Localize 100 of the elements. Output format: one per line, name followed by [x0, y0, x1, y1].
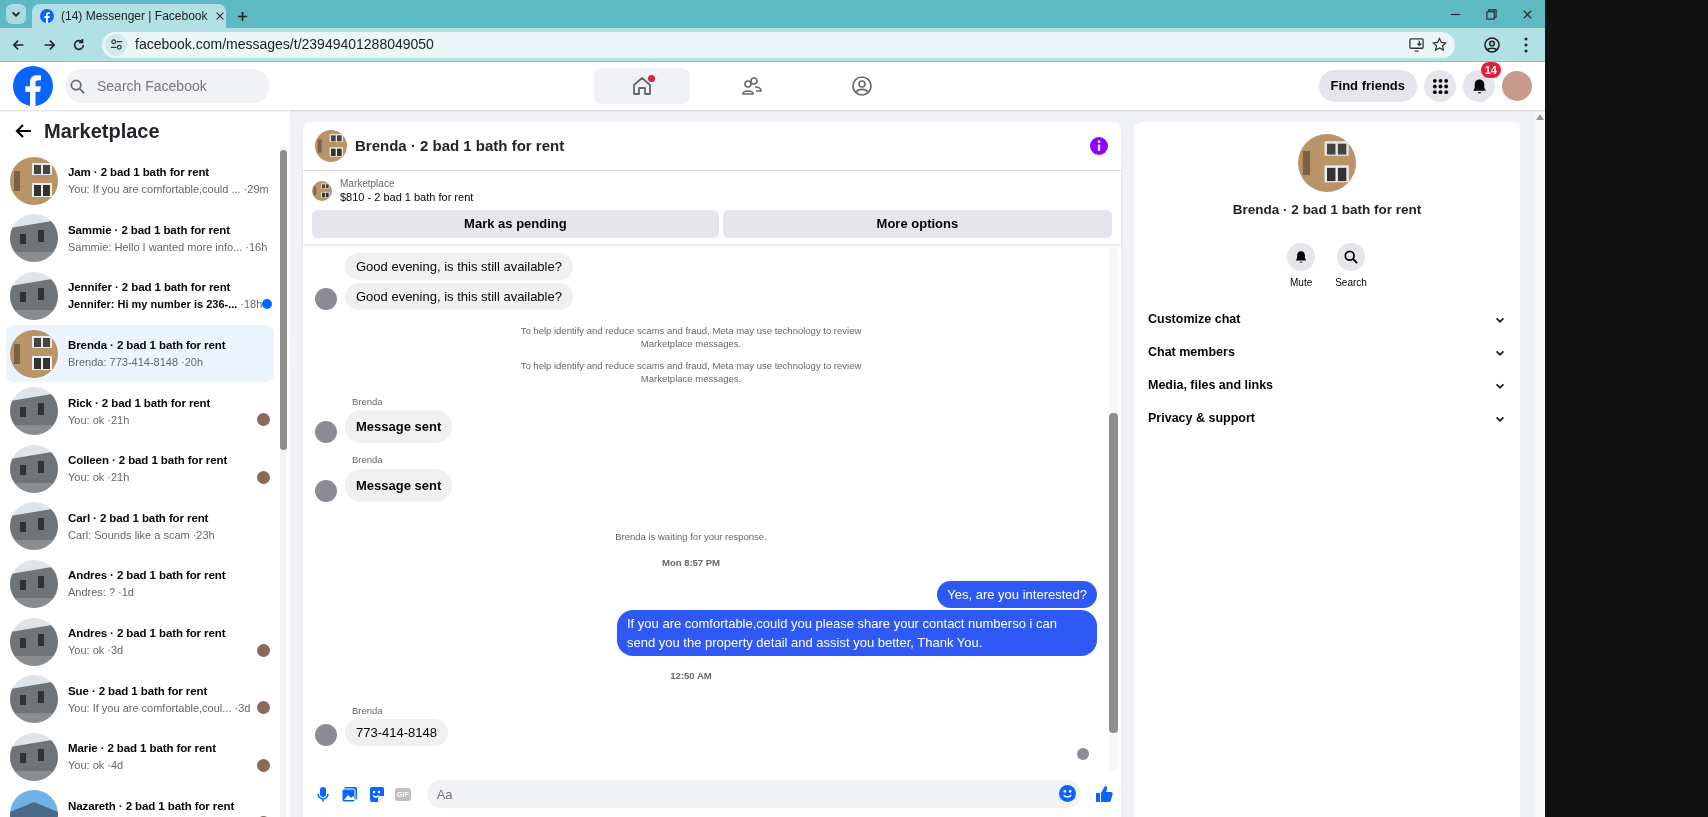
conversation-item[interactable]: Brenda · 2 bad 1 bath for rent Brenda: 773-414-8148 ·20h	[6, 324, 274, 383]
message-bubble: If you are comfortable,could you please share your contact numberso i can send you the property detail and assist you better, Thank You.	[617, 609, 1097, 656]
message-time: ·1d	[118, 585, 134, 601]
message-preview: You: If you are comfortable,could ...	[68, 182, 241, 198]
message-bubble: Yes, are you interested?	[937, 580, 1097, 608]
house-thumbnail	[10, 387, 58, 436]
install-app-icon[interactable]	[1409, 37, 1424, 52]
section-title: Privacy & support	[1148, 410, 1255, 428]
microphone-icon[interactable]	[315, 786, 331, 802]
house-thumbnail	[10, 444, 58, 493]
message-preview: You: ok	[68, 643, 105, 659]
message-preview: Brenda: 773-414-8148	[68, 355, 179, 371]
section-header[interactable]: Chat members	[1146, 336, 1508, 370]
action-button[interactable]	[1287, 243, 1316, 272]
section-header[interactable]: Privacy & support	[1146, 402, 1508, 436]
action-button[interactable]: More options	[722, 210, 1112, 238]
conversation-name: Sue · 2 bad 1 bath for rent	[68, 683, 209, 699]
scrollbar[interactable]	[1535, 110, 1545, 817]
back-button[interactable]	[14, 122, 32, 140]
conversation-item[interactable]: Nazareth · 2 bad 1 bath for rent	[6, 785, 274, 817]
section-header[interactable]: Customize chat	[1146, 303, 1508, 337]
restore-icon	[1485, 8, 1497, 20]
conversation-item[interactable]: Sue · 2 bad 1 bath for rent You: If you are comfortable,coul... ·3d	[6, 670, 274, 728]
conversation-item[interactable]: Rick · 2 bad 1 bath for rent You: ok ·21h	[6, 382, 274, 440]
emoji-icon[interactable]	[1059, 785, 1076, 802]
house-thumbnail	[1298, 134, 1356, 192]
section-title: Chat members	[1148, 344, 1235, 362]
house-thumbnail	[10, 156, 58, 205]
avatar[interactable]	[1502, 71, 1532, 101]
tab-list-button[interactable]	[6, 4, 26, 24]
message-bubble: 773-414-8148	[345, 719, 448, 747]
house-thumbnail	[10, 732, 58, 781]
conversation-item[interactable]: Jennifer · 2 bad 1 bath for rent Jennifer: Hi my number is 236-... ·18h	[6, 267, 274, 325]
conversation-item[interactable]: Colleen · 2 bad 1 bath for rent You: ok ·21h	[6, 439, 274, 498]
section-header[interactable]: Media, files and links	[1146, 369, 1508, 403]
sticker-icon[interactable]	[368, 785, 385, 803]
thumbs-up-icon[interactable]	[1095, 785, 1113, 803]
conversation-item[interactable]: Jam · 2 bad 1 bath for rent You: If you are comfortable,could ... ·29m	[6, 152, 274, 210]
close-icon	[1521, 8, 1533, 20]
message-bubble: Message sent	[345, 468, 453, 502]
message-time: ·18h	[240, 297, 263, 313]
sender-name: Brenda	[352, 395, 384, 409]
search-icon	[1344, 250, 1358, 265]
conversation-item[interactable]: Sammie · 2 bad 1 bath for rent Sammie: Hello I wanted more info... ·16h	[6, 209, 274, 268]
close-tab-button[interactable]	[214, 11, 225, 21]
up-arrow-icon	[1536, 114, 1544, 120]
browser-tab[interactable]: (14) Messenger | Facebook	[32, 4, 226, 28]
close-icon	[214, 11, 225, 21]
menu-button[interactable]	[1424, 70, 1456, 102]
message-preview: You: ok	[68, 412, 105, 428]
conversation-name: Andres · 2 bad 1 bath for rent	[68, 626, 227, 642]
address-bar[interactable]: facebook.com/messages/t/23949401288049050	[102, 31, 1455, 58]
facebook-logo[interactable]	[13, 66, 53, 106]
conversation-name: Rick · 2 bad 1 bath for rent	[68, 395, 212, 411]
message-preview: You: ok	[68, 758, 105, 774]
find-friends-button[interactable]: Find friends	[1318, 70, 1417, 102]
house-thumbnail	[312, 181, 332, 201]
contact-name: Brenda · 2 bad 1 bath for rent	[1232, 201, 1422, 219]
system-notice: To help identify and reduce scams and fraud, Meta may use technology to review Marketplace messages.	[519, 324, 863, 350]
message-time: ·16h	[245, 239, 268, 255]
message-bubble: Good evening, is this still available?	[345, 253, 573, 280]
house-thumbnail	[10, 272, 58, 320]
message-time: ·23h	[192, 527, 215, 543]
friends-icon	[741, 75, 763, 97]
conversation-item[interactable]: Andres · 2 bad 1 bath for rent Andres: ? ·1d	[6, 555, 274, 613]
conversation-item[interactable]: Andres · 2 bad 1 bath for rent You: ok ·3d	[6, 612, 274, 671]
conversation-name: Jennifer · 2 bad 1 bath for rent	[68, 280, 232, 296]
reload-icon	[72, 37, 86, 52]
scrollbar[interactable]	[280, 146, 287, 817]
house-thumbnail	[10, 329, 58, 378]
conversation-name: Andres · 2 bad 1 bath for rent	[68, 568, 227, 584]
image-icon[interactable]	[341, 785, 358, 803]
search-field[interactable]: Search Facebook	[65, 69, 270, 103]
message-field[interactable]: Aa	[426, 780, 1081, 808]
tab-title: (14) Messenger | Facebook	[61, 8, 208, 25]
conversation-item[interactable]: Marie · 2 bad 1 bath for rent You: ok ·4d	[6, 727, 274, 786]
conversation-name: Jam · 2 bad 1 bath for rent	[68, 165, 211, 181]
nav-tab[interactable]	[594, 68, 690, 104]
conversation-name: Brenda · 2 bad 1 bath for rent	[68, 338, 227, 354]
sliders-icon	[109, 38, 123, 51]
message-time: ·29m	[243, 182, 269, 198]
site-settings-button[interactable]	[105, 33, 127, 56]
house-thumbnail	[10, 214, 58, 263]
scrollbar[interactable]	[1109, 248, 1118, 771]
conversation-item[interactable]: Carl · 2 bad 1 bath for rent Carl: Sounds like a scam ·23h	[6, 497, 274, 556]
bell-icon	[1470, 77, 1488, 95]
sender-name: Brenda	[352, 704, 384, 718]
message-preview: You: If you are comfortable,coul...	[68, 700, 232, 716]
message-time: ·3d	[234, 700, 251, 716]
conversation-name: Carl · 2 bad 1 bath for rent	[68, 510, 210, 526]
groups-icon	[851, 75, 873, 97]
action-button[interactable]: Mark as pending	[312, 210, 719, 238]
forward-arrow-icon	[42, 37, 56, 52]
info-icon[interactable]	[1089, 136, 1109, 156]
star-icon[interactable]	[1432, 37, 1447, 52]
action-button[interactable]	[1337, 243, 1365, 272]
url-text: facebook.com/messages/t/23949401288049050	[135, 35, 435, 54]
timestamp: Mon 8:57 PM	[661, 555, 721, 570]
more-icon	[1523, 36, 1529, 53]
action-label: Mute	[1290, 276, 1313, 291]
